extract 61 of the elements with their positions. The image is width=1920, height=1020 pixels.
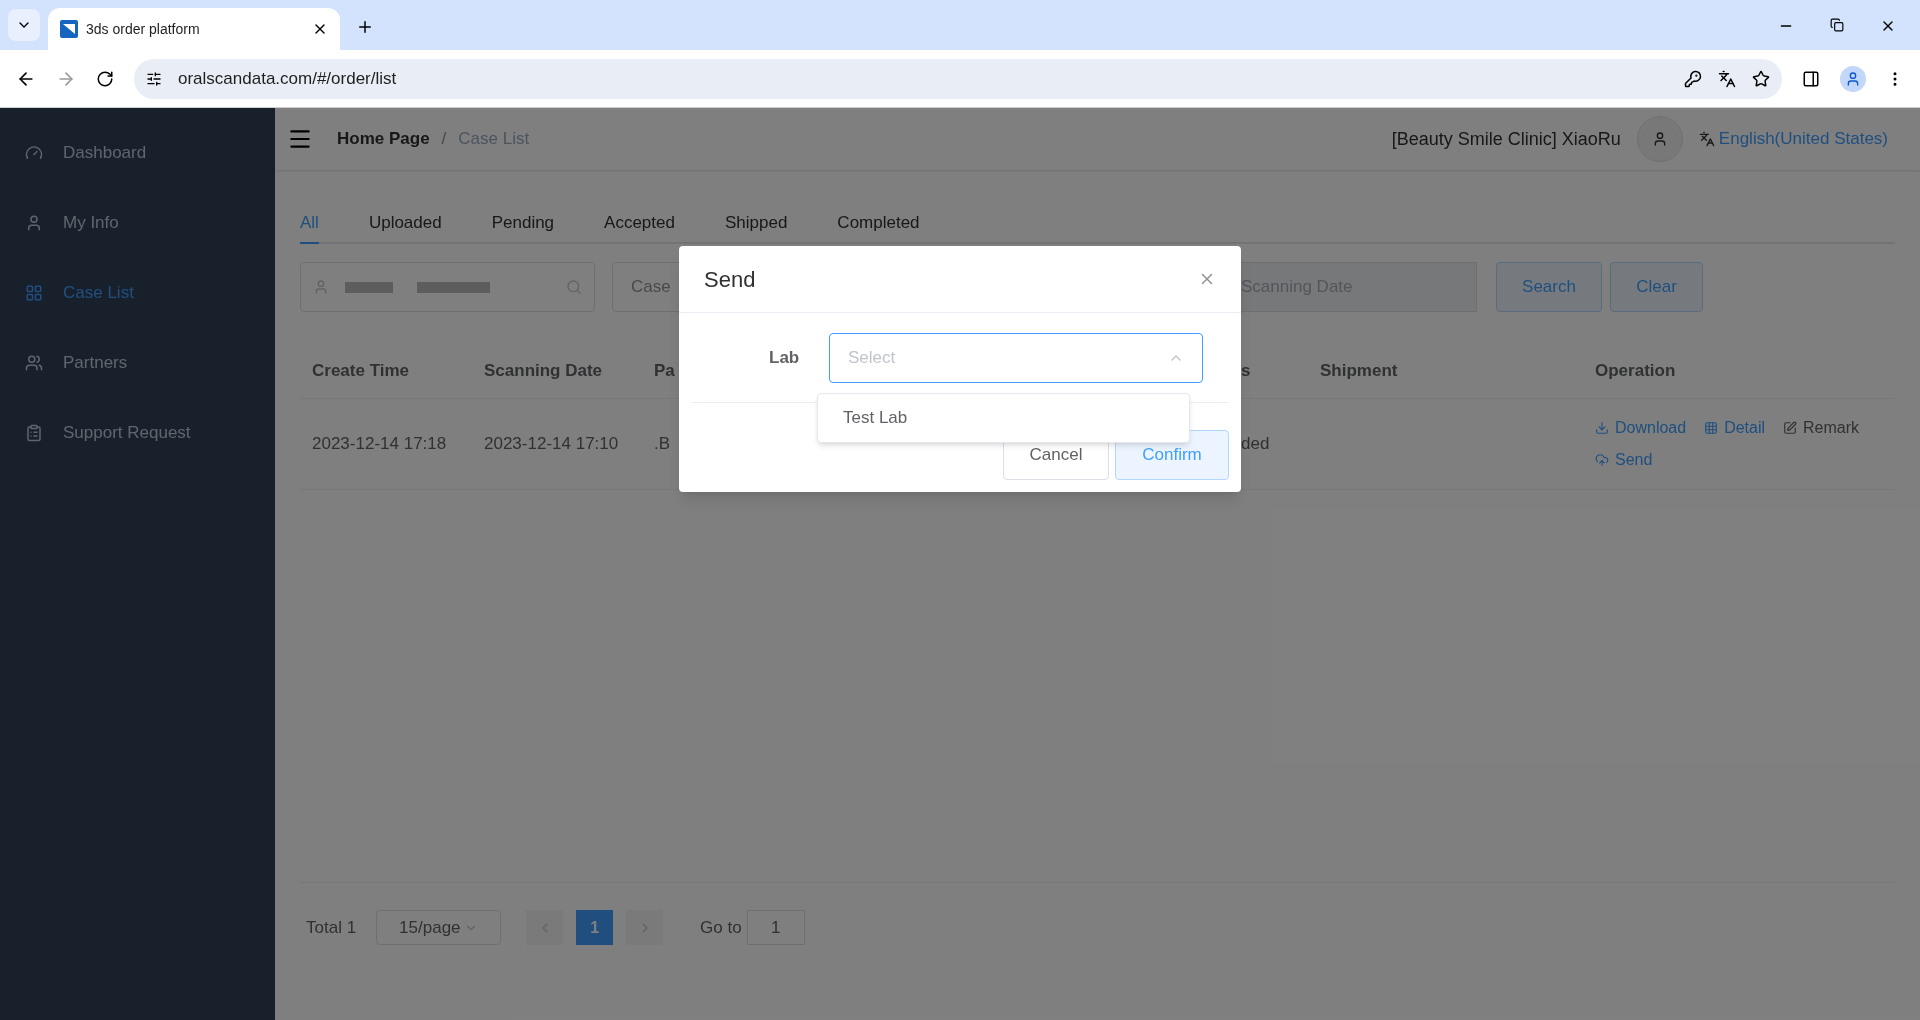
- table-cell: 2023-12-14 17:10: [484, 434, 619, 454]
- user-icon: [313, 279, 329, 295]
- status-tab[interactable]: All: [300, 200, 319, 244]
- table-cell: ded: [1241, 434, 1270, 454]
- download-icon: [1595, 421, 1609, 435]
- table-cell: .B: [654, 434, 671, 454]
- status-tab[interactable]: Accepted: [604, 200, 675, 242]
- action-link[interactable]: Send: [1595, 448, 1653, 472]
- site-logo-icon: [60, 20, 78, 38]
- user-name: [Beauty Smile Clinic] XiaoRu: [1391, 127, 1621, 151]
- side-panel-icon[interactable]: [1802, 69, 1820, 88]
- browser-tab[interactable]: 3ds order platform: [48, 8, 340, 50]
- site-info-icon[interactable]: [146, 70, 162, 87]
- breadcrumb-link[interactable]: Home Page: [337, 126, 430, 152]
- action-link[interactable]: Download: [1595, 416, 1687, 440]
- status-tab[interactable]: Completed: [837, 200, 920, 242]
- sidebar-item[interactable]: Support Request: [0, 398, 275, 468]
- page-size-select[interactable]: 15/page: [376, 910, 502, 945]
- address-bar[interactable]: oralscandata.com/#/order/list: [134, 58, 1782, 99]
- key-icon[interactable]: [1684, 69, 1702, 88]
- goto-label: Go to: [700, 916, 742, 939]
- search-icon: [566, 279, 582, 295]
- status-tab[interactable]: Uploaded: [368, 200, 442, 242]
- tab-title: 3ds order platform: [86, 19, 201, 39]
- language-link[interactable]: English(United States): [1718, 126, 1888, 152]
- action-link[interactable]: Detail: [1704, 416, 1766, 440]
- column-header: Operation: [1595, 360, 1676, 380]
- url-text: oralscandata.com/#/order/list: [178, 67, 398, 90]
- column-header: Scanning Date: [484, 360, 603, 380]
- breadcrumb-separator: /: [441, 128, 447, 151]
- translate-icon[interactable]: [1718, 69, 1736, 88]
- search-button[interactable]: Search: [1496, 262, 1602, 312]
- sidebar-item[interactable]: Dashboard: [0, 118, 275, 188]
- reload-icon[interactable]: [96, 69, 114, 88]
- total-count: Total 1: [306, 916, 357, 939]
- person-icon: [1845, 70, 1861, 87]
- action-link[interactable]: Remark: [1783, 416, 1860, 440]
- status-tab[interactable]: Pending: [491, 200, 555, 242]
- lab-select[interactable]: Select: [829, 332, 1203, 383]
- bookmark-star-icon[interactable]: [1752, 69, 1770, 88]
- user-avatar[interactable]: [1636, 116, 1683, 162]
- dialog-title: Send: [704, 265, 756, 294]
- field-label: Lab: [769, 346, 801, 369]
- patient-search-field[interactable]: [300, 262, 595, 312]
- column-header: Create Time: [312, 360, 409, 380]
- page-button[interactable]: 1: [576, 910, 614, 945]
- status-tab[interactable]: Shipped: [724, 200, 788, 242]
- column-header: Shipment: [1320, 360, 1398, 380]
- column-header: s: [1241, 360, 1251, 380]
- restore-icon[interactable]: [1830, 18, 1844, 32]
- new-tab-icon[interactable]: [356, 18, 374, 36]
- sidebar-item[interactable]: Partners: [0, 328, 275, 398]
- table-cell: 2023-12-14 17:18: [312, 434, 447, 454]
- sidebar-item[interactable]: My Info: [0, 188, 275, 258]
- language-icon[interactable]: [1698, 131, 1715, 147]
- clear-button[interactable]: Clear: [1610, 262, 1703, 312]
- profile-avatar[interactable]: [1840, 65, 1866, 92]
- goto-field[interactable]: 1: [746, 910, 805, 945]
- tab-list-button[interactable]: [8, 9, 40, 41]
- sidebar-item[interactable]: Case List: [0, 258, 275, 328]
- column-header: Pa: [654, 360, 675, 380]
